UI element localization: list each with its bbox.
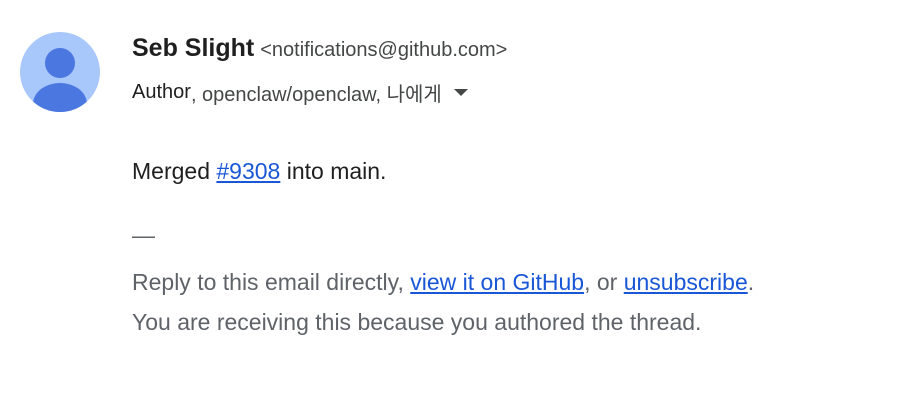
footer-reply-prefix: Reply to this email directly,: [132, 269, 411, 295]
caret-down-icon[interactable]: [453, 88, 468, 96]
message-suffix: into main.: [280, 158, 387, 184]
footer-reply-suffix: .: [747, 269, 755, 295]
email-footer: Reply to this email directly, view it on…: [132, 262, 754, 342]
sender-line: Seb Slight <notifications@github.com>: [132, 34, 507, 70]
recipient-role: Author: [132, 80, 191, 103]
recipients-line: Author , openclaw/openclaw, 나에게: [132, 78, 468, 106]
sender-name[interactable]: Seb Slight: [132, 34, 254, 63]
pull-request-link[interactable]: #9308: [216, 158, 280, 184]
person-icon: [33, 48, 87, 112]
footer-reply-line: Reply to this email directly, view it on…: [132, 262, 754, 302]
recipient-list: , openclaw/openclaw, 나에게: [190, 83, 442, 106]
message-prefix: Merged: [132, 158, 217, 184]
message-body: Merged #9308 into main.: [132, 158, 386, 185]
avatar[interactable]: [20, 32, 100, 112]
signature-separator: —: [132, 222, 155, 248]
footer-reply-middle: , or: [584, 269, 624, 295]
unsubscribe-link[interactable]: unsubscribe: [624, 269, 748, 295]
view-on-github-link[interactable]: view it on GitHub: [410, 269, 584, 295]
footer-reason-line: You are receiving this because you autho…: [132, 309, 702, 335]
sender-email: <notifications@github.com>: [260, 39, 508, 61]
